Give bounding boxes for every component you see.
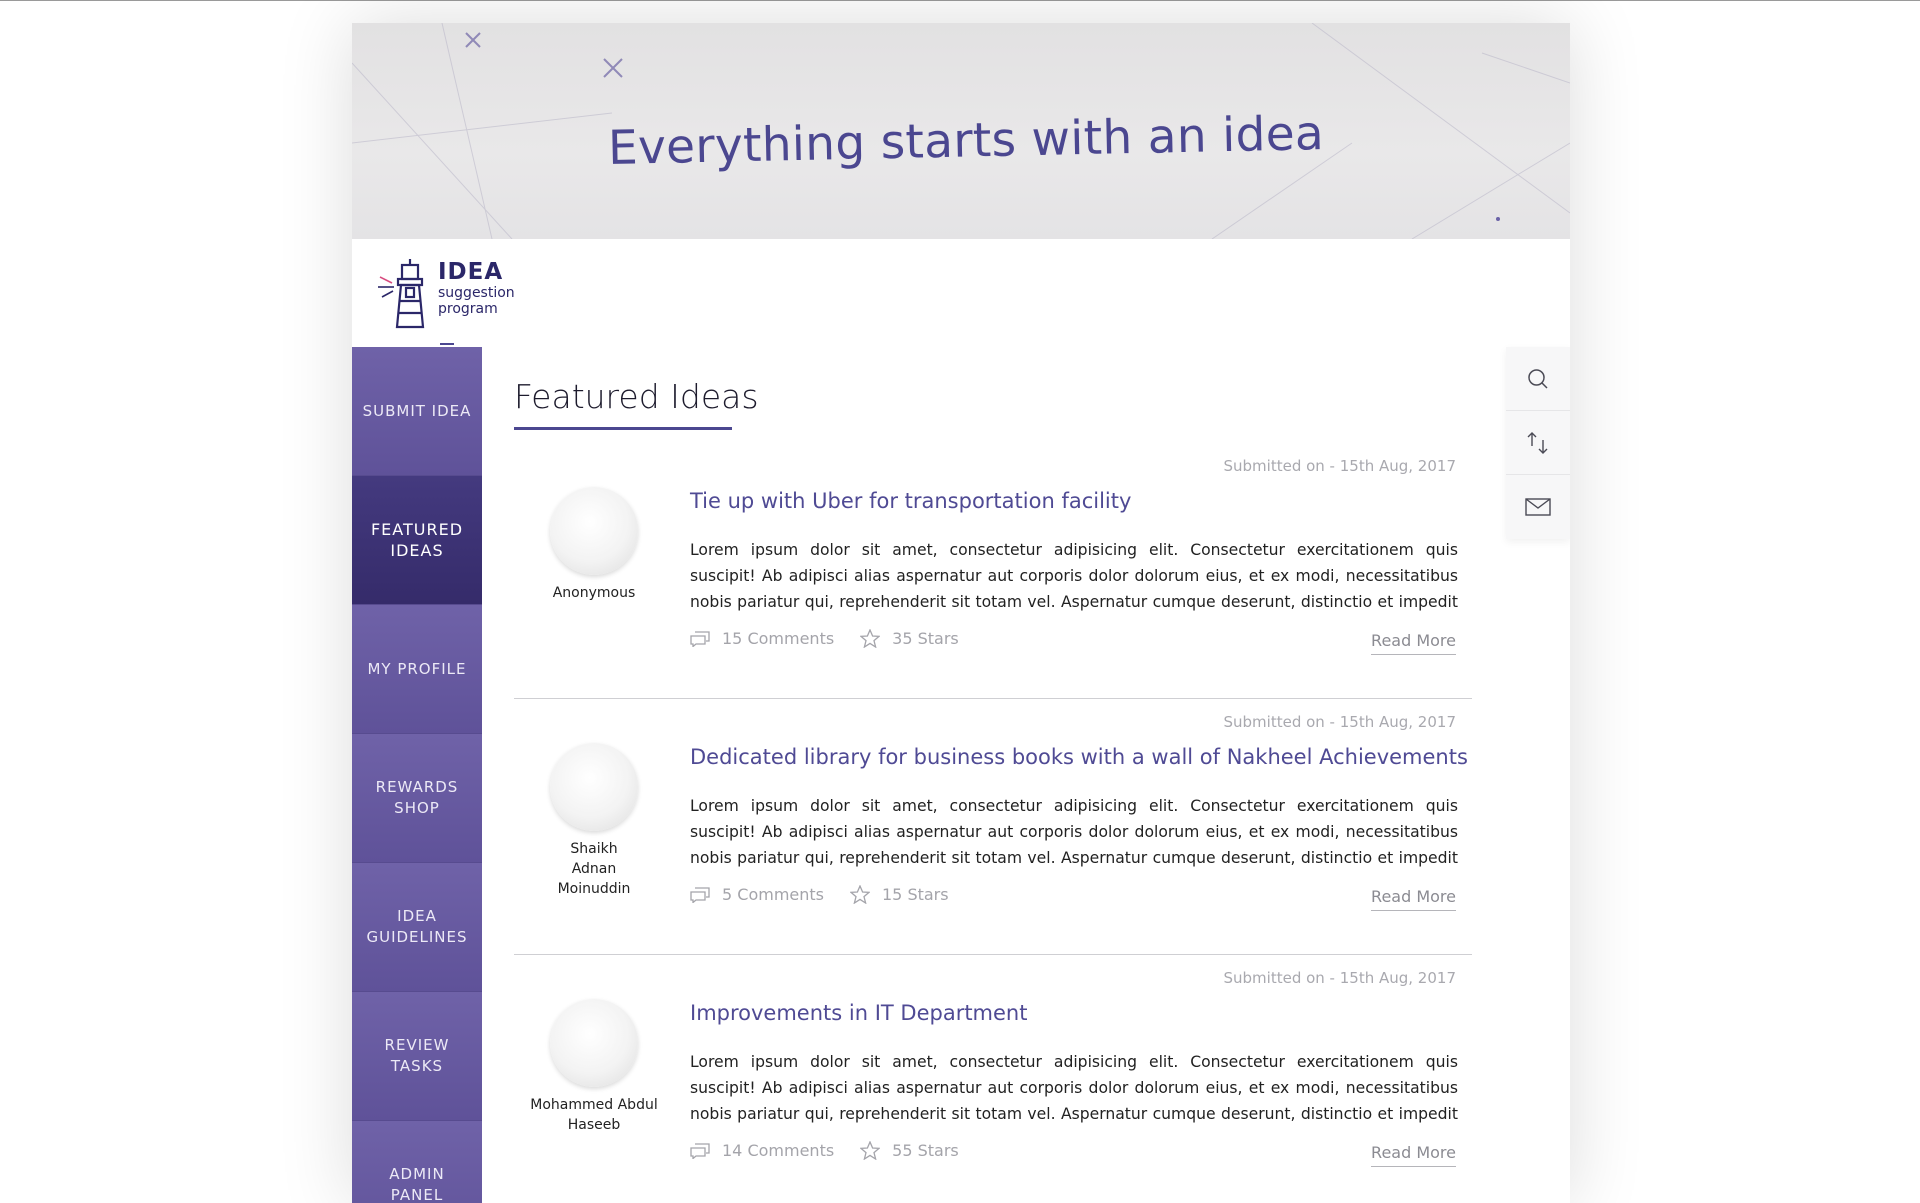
idea-excerpt: Lorem ipsum dolor sit amet, consectetur … <box>690 1053 1458 1123</box>
mail-button[interactable] <box>1506 475 1570 539</box>
idea-card: Submitted on - 15th Aug, 2017 Shaikh Adn… <box>514 699 1472 955</box>
sidebar-item-featured-ideas[interactable]: FEATURED IDEAS <box>352 476 482 605</box>
stars-count[interactable]: 35 Stars <box>860 629 959 648</box>
submitted-date: Submitted on - 15th Aug, 2017 <box>1223 457 1457 475</box>
idea-meta: 14 Comments 55 Stars <box>690 1141 985 1160</box>
sidebar-item-idea-guidelines[interactable]: IDEA GUIDELINES <box>352 863 482 992</box>
idea-meta: 15 Comments 35 Stars <box>690 629 985 648</box>
logo-wordmark: IDEA suggestion program <box>438 259 515 317</box>
app-frame: Everything starts with an idea IDEA sugg… <box>352 23 1570 1203</box>
idea-program-logo[interactable]: IDEA suggestion program <box>376 257 515 345</box>
lighthouse-icon <box>378 259 425 329</box>
idea-meta: 5 Comments 15 Stars <box>690 885 975 904</box>
author-name: Shaikh Adnan Moinuddin <box>557 841 631 897</box>
read-more-link[interactable]: Read More <box>1371 1143 1456 1167</box>
search-icon <box>1528 368 1548 389</box>
star-icon <box>860 629 881 648</box>
sidebar-item-label: ADMIN PANEL <box>389 1165 445 1203</box>
comments-count[interactable]: 15 Comments <box>690 629 834 648</box>
comments-count[interactable]: 5 Comments <box>690 885 824 904</box>
idea-excerpt: Lorem ipsum dolor sit amet, consectetur … <box>690 797 1458 867</box>
star-icon <box>850 885 870 904</box>
author-name: Anonymous <box>552 585 636 601</box>
sidebar-item-rewards-shop[interactable]: REWARDS SHOP <box>352 734 482 863</box>
page-title-underline <box>514 427 732 430</box>
sidebar-item-my-profile[interactable]: MY PROFILE <box>352 605 482 734</box>
star-icon <box>860 1141 881 1160</box>
comments-count[interactable]: 14 Comments <box>690 1141 834 1160</box>
comments-label: 15 Comments <box>722 629 835 648</box>
avatar[interactable] <box>550 743 638 831</box>
author-name: Mohammed Abdul Haseeb <box>530 1097 658 1133</box>
stars-label: 35 Stars <box>892 629 959 648</box>
sidebar-item-admin-panel[interactable]: ADMIN PANEL <box>352 1121 482 1203</box>
sidebar-item-label: SUBMIT IDEA <box>362 401 472 420</box>
submitted-date: Submitted on - 15th Aug, 2017 <box>1223 713 1457 731</box>
comment-icon <box>690 886 710 903</box>
logo-line-1: IDEA <box>438 259 504 285</box>
avatar[interactable] <box>550 999 638 1087</box>
search-button[interactable] <box>1506 347 1570 411</box>
sidebar-item-label: MY PROFILE <box>367 659 467 678</box>
sidebar-item-label: REVIEW TASKS <box>384 1036 450 1075</box>
mail-icon <box>1525 498 1551 516</box>
stars-count[interactable]: 55 Stars <box>860 1141 959 1160</box>
sidebar-item-label: FEATURED IDEAS <box>370 520 464 560</box>
read-more-link[interactable]: Read More <box>1371 631 1456 655</box>
idea-title-link[interactable]: Dedicated library for business books wit… <box>690 745 1468 769</box>
main-content: Featured Ideas Submitted on - 15th Aug, … <box>482 347 1506 1203</box>
sidebar-item-submit-idea[interactable]: SUBMIT IDEA <box>352 347 482 476</box>
page-title: Featured Ideas <box>514 377 759 416</box>
tool-strip <box>1506 347 1570 539</box>
sort-icon <box>1527 431 1548 454</box>
idea-card: Submitted on - 15th Aug, 2017 Anonymous … <box>514 443 1472 699</box>
logo-line-3: program <box>438 301 498 317</box>
read-more-link[interactable]: Read More <box>1371 887 1456 911</box>
idea-card: Submitted on - 15th Aug, 2017 Mohammed A… <box>514 955 1472 1203</box>
comments-label: 5 Comments <box>722 885 824 904</box>
idea-title-link[interactable]: Improvements in IT Department <box>690 1001 1027 1025</box>
submitted-date: Submitted on - 15th Aug, 2017 <box>1223 969 1457 987</box>
comment-icon <box>690 630 710 647</box>
sidebar-item-label: IDEA GUIDELINES <box>366 907 468 946</box>
comments-label: 14 Comments <box>722 1141 835 1160</box>
comment-icon <box>690 1142 710 1159</box>
idea-excerpt: Lorem ipsum dolor sit amet, consectetur … <box>690 541 1458 611</box>
stars-label: 15 Stars <box>882 885 949 904</box>
sidebar-nav: SUBMIT IDEA FEATURED IDEAS MY PROFILE RE… <box>352 347 482 1203</box>
hero-banner: Everything starts with an idea <box>352 23 1570 239</box>
idea-title-link[interactable]: Tie up with Uber for transportation faci… <box>690 489 1131 513</box>
sidebar-item-label: REWARDS SHOP <box>375 778 459 817</box>
stars-count[interactable]: 15 Stars <box>850 885 949 904</box>
sort-button[interactable] <box>1506 411 1570 475</box>
logo-underline <box>440 343 454 345</box>
avatar[interactable] <box>550 487 638 575</box>
sidebar-item-review-tasks[interactable]: REVIEW TASKS <box>352 992 482 1121</box>
logo-bar: IDEA suggestion program <box>352 239 1570 347</box>
stars-label: 55 Stars <box>892 1141 959 1160</box>
logo-line-2: suggestion <box>438 285 515 301</box>
